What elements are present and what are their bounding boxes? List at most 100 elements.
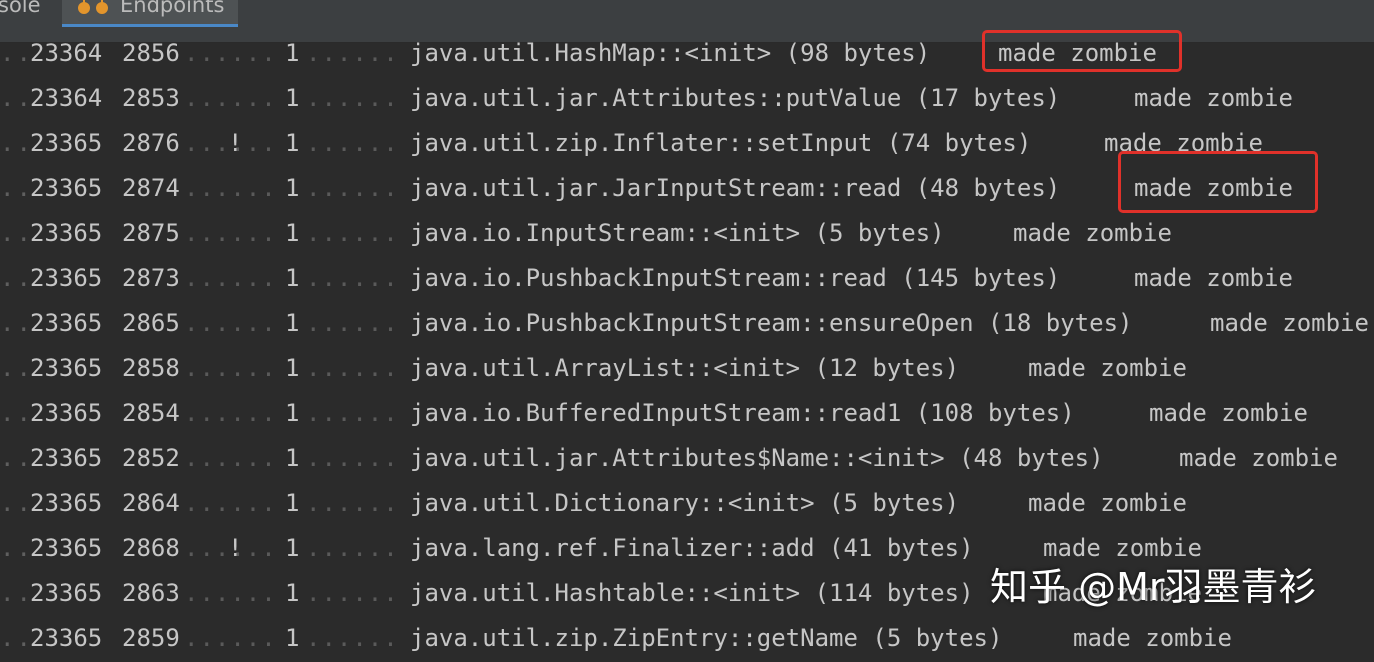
row-leader-dots: .. (0, 444, 33, 472)
row-spacer-dots: ...... (184, 39, 277, 67)
row-compile-id: 2863 (122, 579, 180, 607)
row-status: made zombie (1028, 489, 1187, 517)
row-status: made zombie (1028, 354, 1187, 382)
row-timestamp: 23365 (30, 309, 103, 337)
row-method: java.util.HashMap::<init> (98 bytes) (410, 39, 931, 67)
row-leader-dots: .. (0, 264, 33, 292)
log-row: .. 23365 2859...... 1...... java.util.zip.Zi… (0, 617, 1374, 662)
row-tier-level: 1 (285, 444, 300, 472)
log-row: .. 23365 2873...... 1...... java.io.Pushback… (0, 257, 1374, 302)
row-timestamp: 23365 (30, 579, 103, 607)
row-spacer-dots: ...... (306, 219, 399, 247)
row-method: java.util.jar.Attributes$Name::<init> (4… (410, 444, 1104, 472)
row-tier-level: 1 (285, 219, 300, 247)
tab-console[interactable]: sole (0, 0, 60, 24)
row-spacer-dots: ...... (306, 174, 399, 202)
row-spacer-dots: ...... (306, 399, 399, 427)
row-spacer-dots: ...... (306, 579, 399, 607)
log-row: .. 23365 2858...... 1...... java.util.ArrayL… (0, 347, 1374, 392)
row-status: made zombie (1134, 84, 1293, 112)
log-row: .. 23365 2865...... 1...... java.io.Pushback… (0, 302, 1374, 347)
row-method: java.util.Dictionary::<init> (5 bytes) (410, 489, 960, 517)
row-compile-id: 2859 (122, 624, 180, 652)
highlight-box (982, 30, 1182, 72)
row-compile-id: 2853 (122, 84, 180, 112)
row-spacer-dots: ...... (306, 84, 399, 112)
row-timestamp: 23365 (30, 219, 103, 247)
row-spacer-dots: ...... (306, 39, 399, 67)
row-timestamp: 23364 (30, 39, 103, 67)
row-compile-id: 2854 (122, 399, 180, 427)
row-method: java.io.PushbackInputStream::read (145 b… (410, 264, 1061, 292)
row-status: made zombie (1210, 309, 1369, 337)
row-method: java.util.zip.ZipEntry::getName (5 bytes… (410, 624, 1003, 652)
row-spacer-dots: ...... (306, 624, 399, 652)
row-method: java.util.zip.Inflater::setInput (74 byt… (410, 129, 1032, 157)
row-timestamp: 23365 (30, 534, 103, 562)
tab-console-label: sole (0, 0, 41, 17)
row-leader-dots: .. (0, 354, 33, 382)
row-spacer-dots: ...... (184, 309, 277, 337)
row-compile-id: 2852 (122, 444, 180, 472)
highlight-box (1118, 151, 1318, 213)
row-spacer-dots: ...... (184, 444, 277, 472)
row-spacer-dots: ...... (184, 84, 277, 112)
row-tier-level: 1 (285, 534, 300, 562)
row-leader-dots: .. (0, 399, 33, 427)
row-tier-level: 1 (285, 174, 300, 202)
row-timestamp: 23365 (30, 129, 103, 157)
row-spacer-dots: ...... (184, 489, 277, 517)
row-timestamp: 23365 (30, 264, 103, 292)
row-timestamp: 23365 (30, 354, 103, 382)
row-method: java.io.PushbackInputStream::ensureOpen … (410, 309, 1133, 337)
row-compile-id: 2875 (122, 219, 180, 247)
row-compile-id: 2864 (122, 489, 180, 517)
row-tier-level: 1 (285, 624, 300, 652)
row-compile-id: 2873 (122, 264, 180, 292)
log-row: .. 23365 2875...... 1...... java.io.InputStr… (0, 212, 1374, 257)
row-compile-id: 2858 (122, 354, 180, 382)
log-row: .. 23365 2852...... 1...... java.util.jar.At… (0, 437, 1374, 482)
row-compile-id: 2874 (122, 174, 180, 202)
row-spacer-dots: ...... (184, 264, 277, 292)
row-tier-level: 1 (285, 39, 300, 67)
row-status: made zombie (1134, 264, 1293, 292)
row-compile-id: 2865 (122, 309, 180, 337)
row-status: made zombie (1073, 624, 1232, 652)
log-row: .. 23364 2853...... 1...... java.util.jar.At… (0, 77, 1374, 122)
row-tier-level: 1 (285, 129, 300, 157)
log-row: .. 23365 2864...... 1...... java.util.Dictio… (0, 482, 1374, 527)
row-tier-level: 1 (285, 84, 300, 112)
row-spacer-dots: ...... (306, 264, 399, 292)
row-spacer-dots: ...... (306, 129, 399, 157)
row-spacer-dots: ...... (306, 489, 399, 517)
row-method: java.io.BufferedInputStream::read1 (108 … (410, 399, 1075, 427)
row-tier-level: 1 (285, 399, 300, 427)
row-spacer-dots: ...... (184, 219, 277, 247)
row-method: java.util.jar.JarInputStream::read (48 b… (410, 174, 1061, 202)
row-leader-dots: .. (0, 309, 33, 337)
row-leader-dots: .. (0, 579, 33, 607)
row-tier-level: 1 (285, 579, 300, 607)
row-compile-id: 2868 (122, 534, 180, 562)
row-status: made zombie (1149, 399, 1308, 427)
row-tier-level: 1 (285, 489, 300, 517)
row-method: java.util.jar.Attributes::putValue (17 b… (410, 84, 1061, 112)
row-method: java.util.Hashtable::<init> (114 bytes) (410, 579, 974, 607)
row-spacer-dots: ...... (306, 534, 399, 562)
row-spacer-dots: ...... (184, 579, 277, 607)
endpoints-icon (78, 0, 114, 16)
row-method: java.lang.ref.Finalizer::add (41 bytes) (410, 534, 974, 562)
row-leader-dots: .. (0, 174, 33, 202)
row-method: java.util.ArrayList::<init> (12 bytes) (410, 354, 960, 382)
tab-endpoints[interactable]: Endpoints (62, 0, 239, 27)
row-timestamp: 23364 (30, 84, 103, 112)
row-timestamp: 23365 (30, 444, 103, 472)
row-tier-level: 1 (285, 309, 300, 337)
row-leader-dots: .. (0, 534, 33, 562)
row-exception-flag: ! (228, 534, 243, 562)
row-status: made zombie (1013, 219, 1172, 247)
row-compile-id: 2876 (122, 129, 180, 157)
row-tier-level: 1 (285, 354, 300, 382)
row-spacer-dots: ...... (184, 354, 277, 382)
